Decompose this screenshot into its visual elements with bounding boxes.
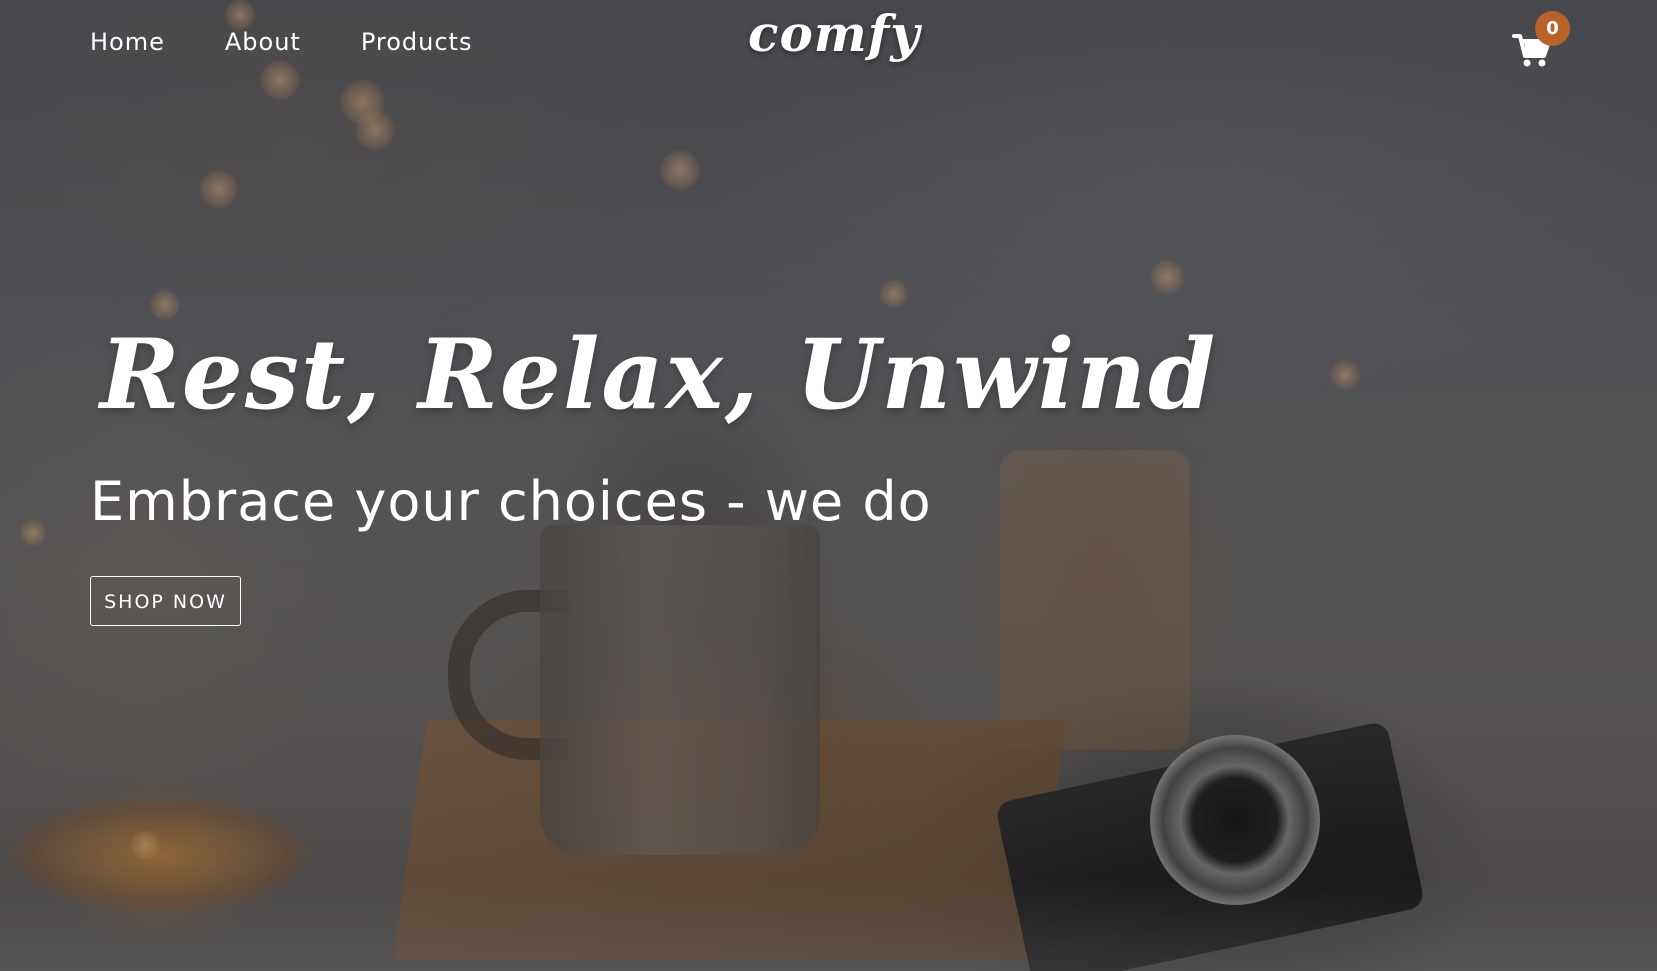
- hero-title: Rest, Relax, Unwind: [100, 318, 1218, 431]
- nav-link-about[interactable]: About: [225, 28, 301, 56]
- nav-links: Home About Products: [90, 28, 532, 56]
- hero-subtitle: Embrace your choices - we do: [90, 470, 932, 533]
- hero-section: Home About Products comfy 0 Rest, Relax,…: [0, 0, 1657, 971]
- shop-now-button[interactable]: SHOP NOW: [90, 576, 241, 626]
- cart-count-badge: 0: [1535, 11, 1570, 46]
- nav-link-products[interactable]: Products: [361, 28, 473, 56]
- navbar: Home About Products comfy 0: [0, 0, 1657, 92]
- logo[interactable]: comfy: [748, 4, 920, 63]
- nav-link-home[interactable]: Home: [90, 28, 165, 56]
